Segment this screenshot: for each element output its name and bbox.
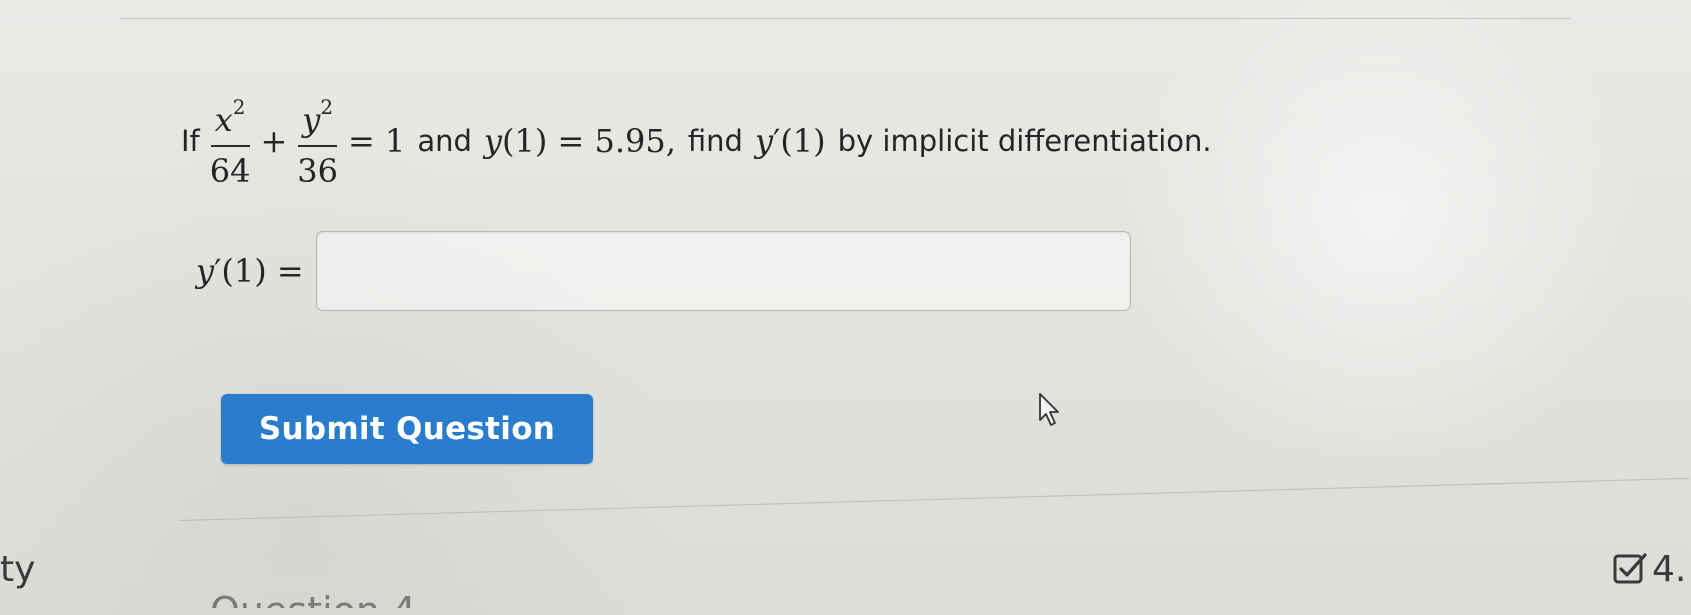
and-word: and xyxy=(417,124,472,158)
answer-row: y′(1) = xyxy=(196,226,1131,316)
question-prefix: If xyxy=(181,124,200,158)
checkbox-check-icon[interactable] xyxy=(1612,551,1648,591)
frac2-numerator-var: y xyxy=(302,101,321,139)
condition-value: (1) = 5.95, xyxy=(502,122,676,160)
frac2-numerator-exponent: 2 xyxy=(320,95,334,119)
next-question-heading: Question 4 xyxy=(210,589,417,615)
fraction-x-squared-over-64: x2 64 xyxy=(209,97,251,190)
frac2-denominator: 36 xyxy=(297,152,339,190)
top-divider xyxy=(120,18,1570,19)
find-word: find xyxy=(687,124,743,158)
side-text-fragment: ty xyxy=(0,549,36,590)
answer-label-var: y xyxy=(196,252,215,290)
frac1-numerator-exponent: 2 xyxy=(232,95,246,119)
bottom-divider xyxy=(179,477,1690,521)
page: If x2 64 + y2 36 = 1 and y (1) = 5.95, fi… xyxy=(0,0,1691,615)
condition-var: y xyxy=(483,122,502,160)
plus-sign: + xyxy=(260,122,288,160)
target-derivative: ′(1) xyxy=(773,122,826,160)
target-var: y xyxy=(754,122,774,160)
question-suffix: by implicit differentiation. xyxy=(837,124,1212,158)
submit-question-button[interactable]: Submit Question xyxy=(221,394,593,464)
frac1-denominator: 64 xyxy=(209,152,251,190)
answer-input[interactable] xyxy=(315,231,1131,311)
question-text: If x2 64 + y2 36 = 1 and y (1) = 5.95, fi… xyxy=(181,76,1212,206)
question-nav-number[interactable]: 4. xyxy=(1652,552,1686,588)
equals-one: = 1 xyxy=(348,122,406,160)
frac1-numerator-var: x xyxy=(214,101,233,139)
answer-label: y′(1) = xyxy=(196,252,304,290)
mouse-pointer-icon xyxy=(1038,392,1062,432)
fraction-y-squared-over-36: y2 36 xyxy=(297,97,339,190)
answer-label-rest: ′(1) = xyxy=(214,252,304,290)
